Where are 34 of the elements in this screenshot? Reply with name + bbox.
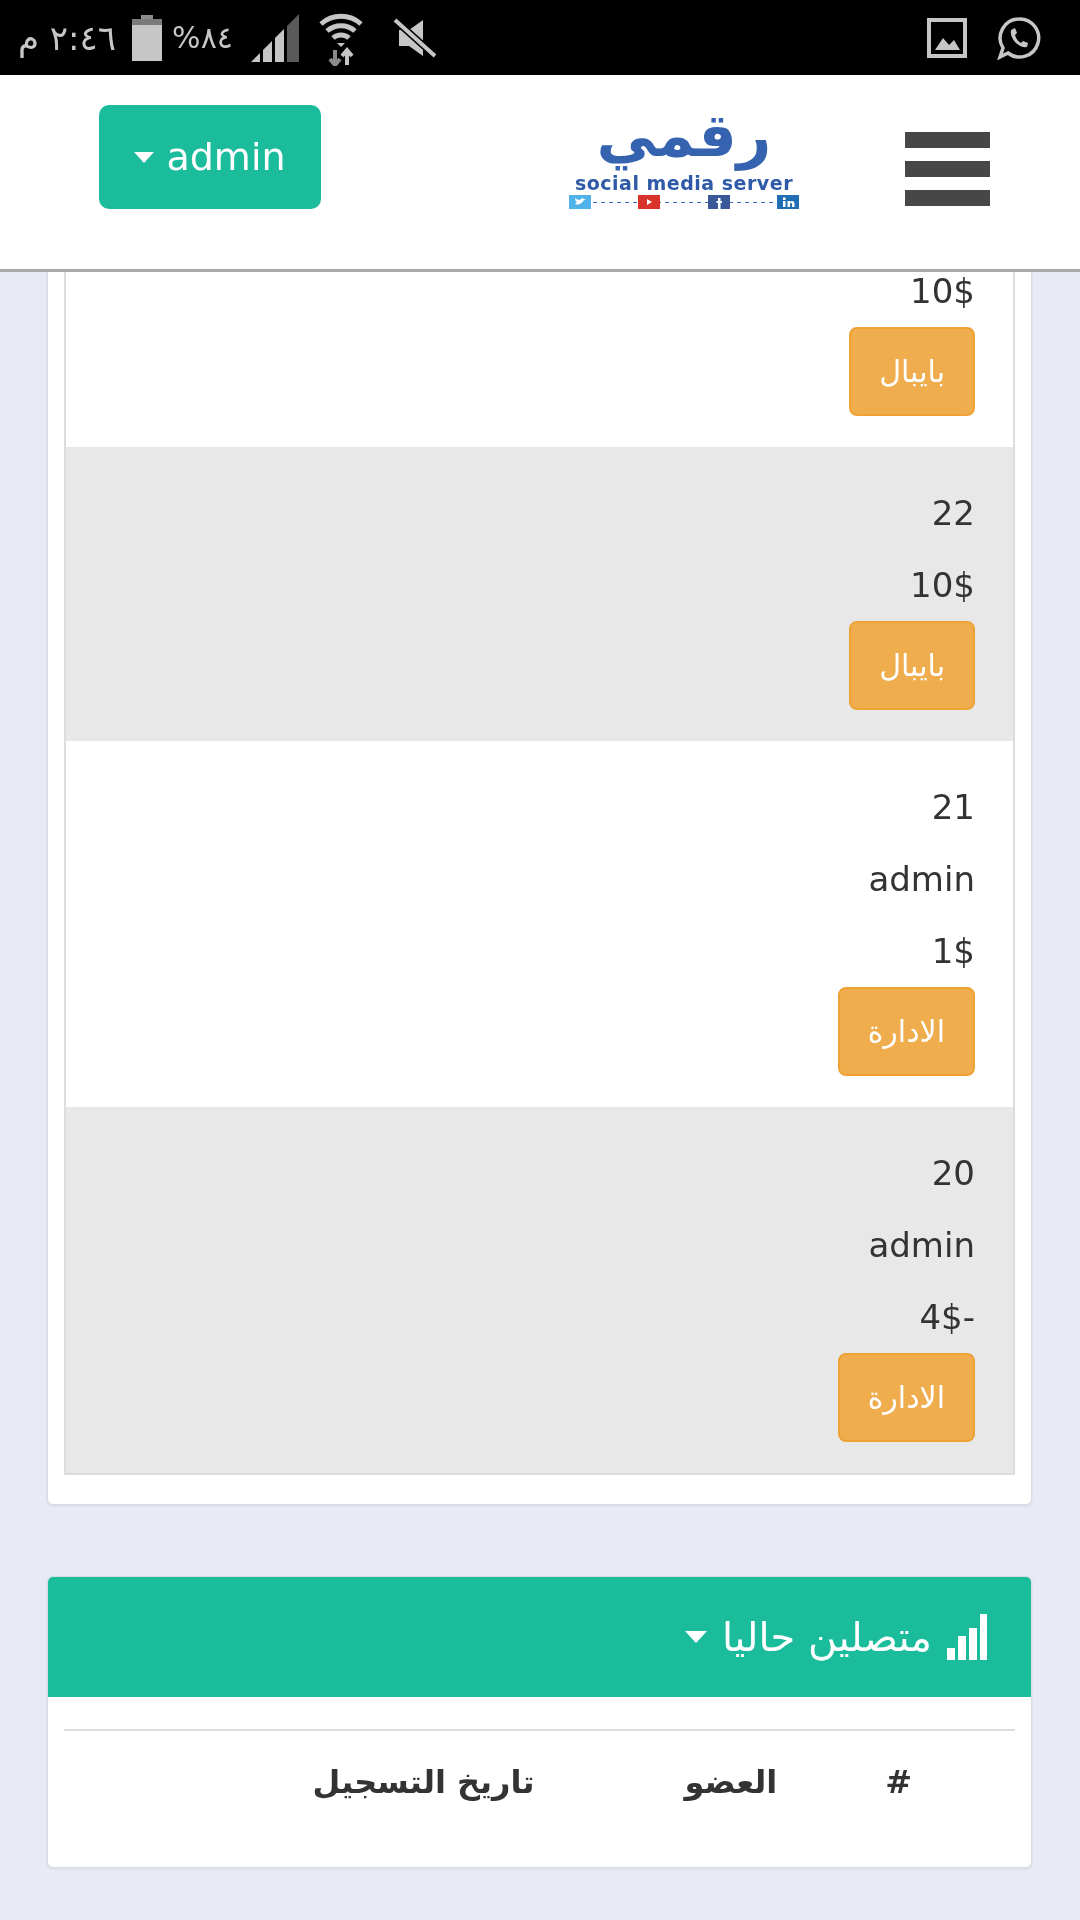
row-value: 1$ bbox=[931, 933, 975, 969]
column-header: تاريخ التسجيل bbox=[312, 1763, 535, 1801]
speech-bubble-icon bbox=[997, 15, 1041, 60]
social-tile-icon bbox=[777, 195, 799, 209]
menu-icon[interactable] bbox=[905, 132, 990, 206]
status-time: ٢:٤٦ م bbox=[18, 17, 117, 58]
play-tile-icon bbox=[638, 195, 661, 209]
column-header: العضو bbox=[684, 1763, 778, 1801]
action-button[interactable]: الادارة bbox=[837, 987, 975, 1076]
battery-percent: %٨٤ bbox=[172, 20, 233, 55]
row-value: 21 bbox=[931, 789, 975, 825]
action-button[interactable]: الادارة bbox=[837, 1353, 975, 1442]
mute-icon bbox=[392, 17, 437, 58]
user-menu-button[interactable]: admin bbox=[99, 105, 321, 209]
card-title: متصلين حاليا bbox=[721, 1614, 932, 1660]
action-button[interactable]: بايبال bbox=[849, 327, 975, 416]
image-icon bbox=[927, 17, 967, 58]
battery-icon bbox=[132, 14, 163, 61]
action-button[interactable]: بايبال bbox=[849, 621, 975, 710]
logo-tagline: social media server bbox=[575, 171, 793, 195]
bird-tile-icon bbox=[569, 195, 591, 209]
row-value: 22 bbox=[931, 495, 975, 531]
logo-text: رقمي bbox=[596, 99, 772, 171]
social-tile-icon bbox=[707, 195, 730, 209]
caret-icon bbox=[134, 151, 155, 163]
row-value: admin bbox=[868, 1227, 975, 1263]
row-value: 10$ bbox=[910, 567, 975, 603]
row-value: admin bbox=[868, 861, 975, 897]
row-value: 4$- bbox=[919, 1299, 975, 1335]
row-value: 20 bbox=[931, 1155, 975, 1191]
column-header: # bbox=[885, 1763, 912, 1801]
signal-icon bbox=[250, 13, 299, 62]
bar-chart-icon bbox=[947, 1614, 987, 1660]
row-value: 10$ bbox=[910, 273, 975, 309]
